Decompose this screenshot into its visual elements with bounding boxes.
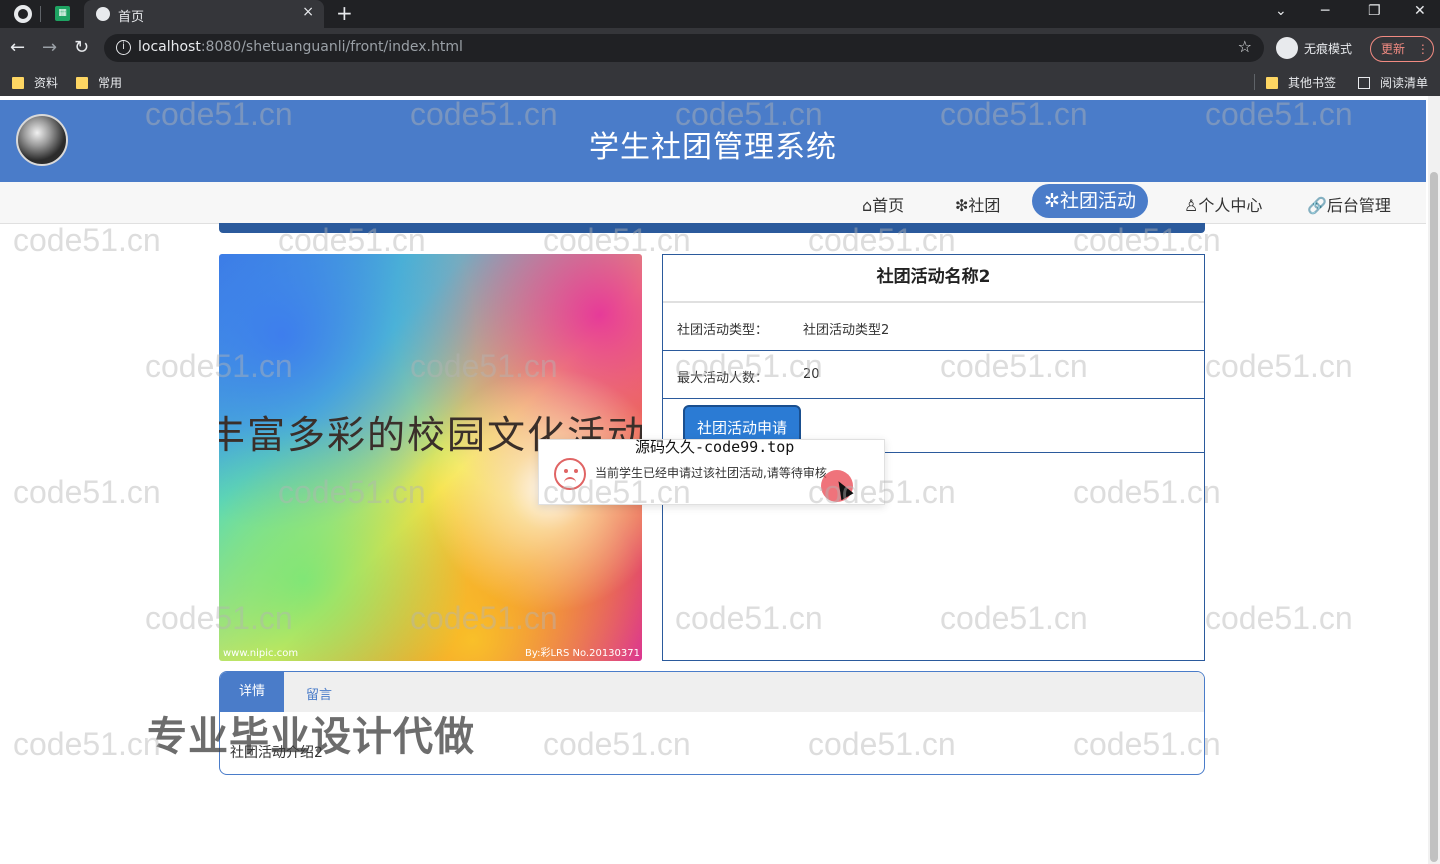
bookmark-other[interactable]: 其他书签 xyxy=(1266,74,1336,91)
activity-type-value: 社团活动类型2 xyxy=(803,323,890,338)
bookmarks-bar: 资料 常用 其他书签 阅读清单 xyxy=(0,68,1440,96)
maximize-button[interactable]: ❐ xyxy=(1368,3,1381,19)
nav-personal-center[interactable]: ♙个人中心 xyxy=(1184,192,1262,216)
update-button[interactable]: 更新 ⋮ xyxy=(1370,36,1434,62)
site-header: 学生社团管理系统 xyxy=(0,100,1426,182)
watermark: code51.cn xyxy=(13,726,161,762)
menu-dots-icon[interactable]: ⋮ xyxy=(1417,42,1429,56)
watermark: code51.cn xyxy=(13,222,161,258)
sheets-tab-icon[interactable]: ▦ xyxy=(55,6,70,21)
web-page: 学生社团管理系统 ⌂首页 ❇社团 ✲社团活动 ♙个人中心 🔗后台管理 丰富多彩的… xyxy=(0,96,1440,864)
tab-separator xyxy=(40,6,41,22)
tab-title: 首页 xyxy=(118,10,145,25)
folder-icon xyxy=(12,76,24,89)
activity-type-label: 社团活动类型： xyxy=(677,323,769,338)
address-bar[interactable]: i localhost:8080/shetuanguanli/front/ind… xyxy=(104,34,1264,62)
toast-title: 源码久久-code99.top xyxy=(635,438,795,456)
url-text[interactable]: localhost:8080/shetuanguanli/front/index… xyxy=(138,39,463,55)
site-info-icon[interactable]: i xyxy=(116,40,131,55)
site-title: 学生社团管理系统 xyxy=(589,130,837,165)
reading-list-icon xyxy=(1358,76,1370,89)
bookmark-label: 阅读清单 xyxy=(1380,76,1429,90)
incognito-icon xyxy=(1276,37,1298,59)
browser-icon[interactable] xyxy=(14,5,32,23)
banner-credit-left: www.nipic.com xyxy=(223,648,299,659)
watermark: code51.cn xyxy=(13,474,161,510)
page-scrollbar[interactable] xyxy=(1428,96,1440,864)
folder-icon xyxy=(1266,76,1278,89)
reload-button[interactable]: ↻ xyxy=(74,37,89,58)
nav-admin[interactable]: 🔗后台管理 xyxy=(1307,192,1391,216)
max-participants-label: 最大活动人数： xyxy=(677,371,769,386)
browser-tabbar: ▦ 首页 × + ⌄ ─ ❐ ✕ xyxy=(0,0,1440,28)
close-window-button[interactable]: ✕ xyxy=(1414,3,1426,19)
tab-search-icon[interactable]: ⌄ xyxy=(1275,3,1287,19)
globe-icon xyxy=(96,7,110,21)
browser-toolbar: ← → ↻ i localhost:8080/shetuanguanli/fro… xyxy=(0,28,1440,68)
max-participants-row: 最大活动人数： 20 xyxy=(663,351,1204,399)
header-strip xyxy=(219,223,1205,233)
bookmark-label: 其他书签 xyxy=(1288,76,1337,90)
minimize-button[interactable]: ─ xyxy=(1321,3,1329,19)
nav-home[interactable]: ⌂首页 xyxy=(862,192,904,216)
bookmarks-separator xyxy=(1254,74,1255,90)
bookmark-ziliao[interactable]: 资料 xyxy=(12,74,58,91)
active-tab[interactable]: 首页 × xyxy=(84,0,324,28)
bookmark-changyong[interactable]: 常用 xyxy=(76,74,122,91)
bookmark-label: 常用 xyxy=(98,76,123,90)
profile-label: 无痕模式 xyxy=(1304,41,1353,56)
bookmark-star-icon[interactable]: ☆ xyxy=(1238,37,1252,56)
watermark: code51.cn xyxy=(1205,600,1353,636)
scrollbar-thumb[interactable] xyxy=(1430,172,1438,862)
max-participants-value: 20 xyxy=(803,367,820,382)
reading-list[interactable]: 阅读清单 xyxy=(1358,74,1428,91)
sad-face-icon xyxy=(554,458,586,490)
main-nav: ⌂首页 ❇社团 ✲社团活动 ♙个人中心 🔗后台管理 xyxy=(0,182,1426,224)
activity-type-row: 社团活动类型： 社团活动类型2 xyxy=(663,303,1204,351)
nav-club-activities[interactable]: ✲社团活动 xyxy=(1032,184,1148,218)
update-label: 更新 xyxy=(1381,42,1406,56)
nav-clubs[interactable]: ❇社团 xyxy=(955,192,1000,216)
tab-message[interactable]: 留言 xyxy=(306,684,332,703)
incognito-profile[interactable]: 无痕模式 xyxy=(1276,36,1352,60)
tab-close-icon[interactable]: × xyxy=(302,4,314,20)
watermark: code51.cn xyxy=(1205,348,1353,384)
new-tab-button[interactable]: + xyxy=(336,1,353,25)
promo-overlay-text: 专业毕业设计代做 xyxy=(147,714,475,760)
folder-icon xyxy=(76,76,88,89)
banner-credit-right: By:彩LRS No.20130371 xyxy=(525,648,640,659)
activity-name: 社团活动名称2 xyxy=(663,255,1204,303)
forward-button[interactable]: → xyxy=(42,37,57,58)
back-button[interactable]: ← xyxy=(10,37,25,58)
toast-message: 当前学生已经申请过该社团活动,请等待审核 xyxy=(595,466,827,480)
bookmark-label: 资料 xyxy=(34,76,59,90)
